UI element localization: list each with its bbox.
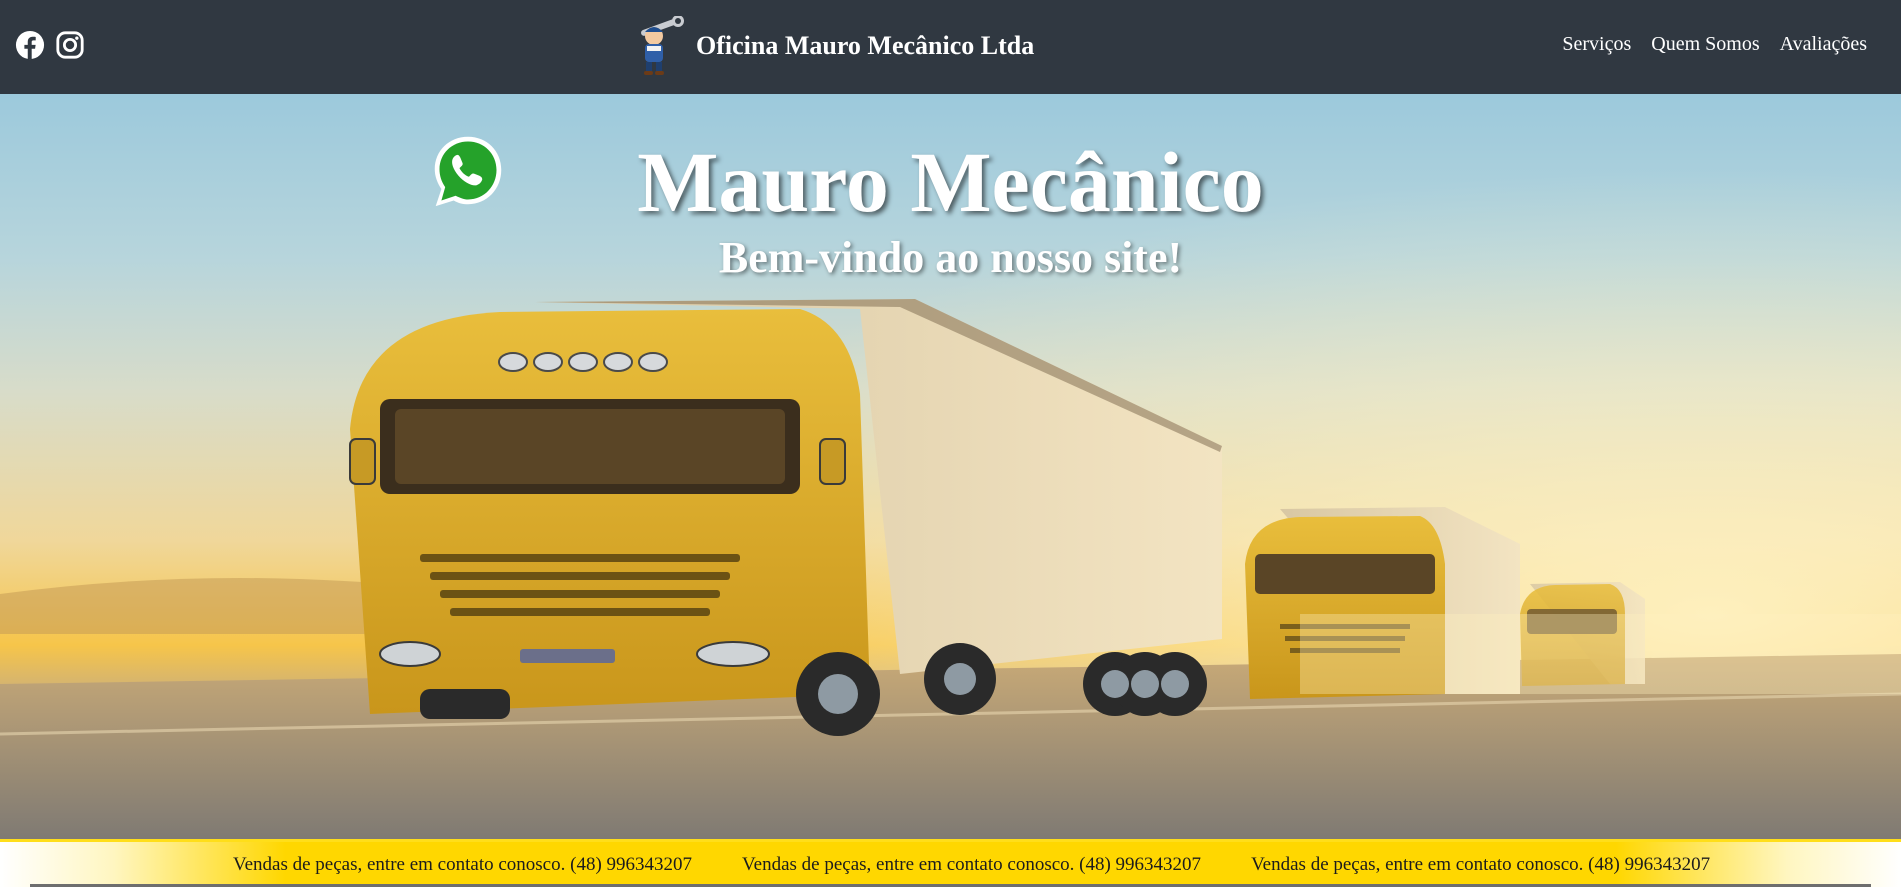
hero-banner: Mauro Mecânico Bem-vindo ao nosso site! [0,94,1901,839]
site-title: Oficina Mauro Mecânico Ltda [696,31,1035,60]
ticker-track: Vendas de peças, entre em contato conosc… [233,854,1710,876]
contact-ticker: Vendas de peças, entre em contato conosc… [0,839,1901,887]
ticker-item: Vendas de peças, entre em contato conosc… [742,854,1202,875]
facebook-icon[interactable] [15,30,45,60]
nav-item-avaliacoes[interactable]: Avaliações [1780,33,1867,56]
social-links [15,30,85,60]
nav-item-quem-somos[interactable]: Quem Somos [1651,33,1759,56]
mechanic-logo [641,16,684,75]
brand[interactable]: Oficina Mauro Mecânico Ltda [632,14,1034,78]
ticker-item: Vendas de peças, entre em contato conosc… [1251,854,1711,875]
top-navbar: Oficina Mauro Mecânico Ltda Serviços Que… [0,0,1901,94]
ticker-item: Vendas de peças, entre em contato conosc… [233,854,693,875]
main-nav: Serviços Quem Somos Avaliações [1562,33,1867,56]
hero-title: Mauro Mecânico [637,134,1264,230]
hero-subtitle: Bem-vindo ao nosso site! [718,233,1183,282]
nav-item-servicos[interactable]: Serviços [1562,33,1631,56]
instagram-icon[interactable] [55,30,85,60]
